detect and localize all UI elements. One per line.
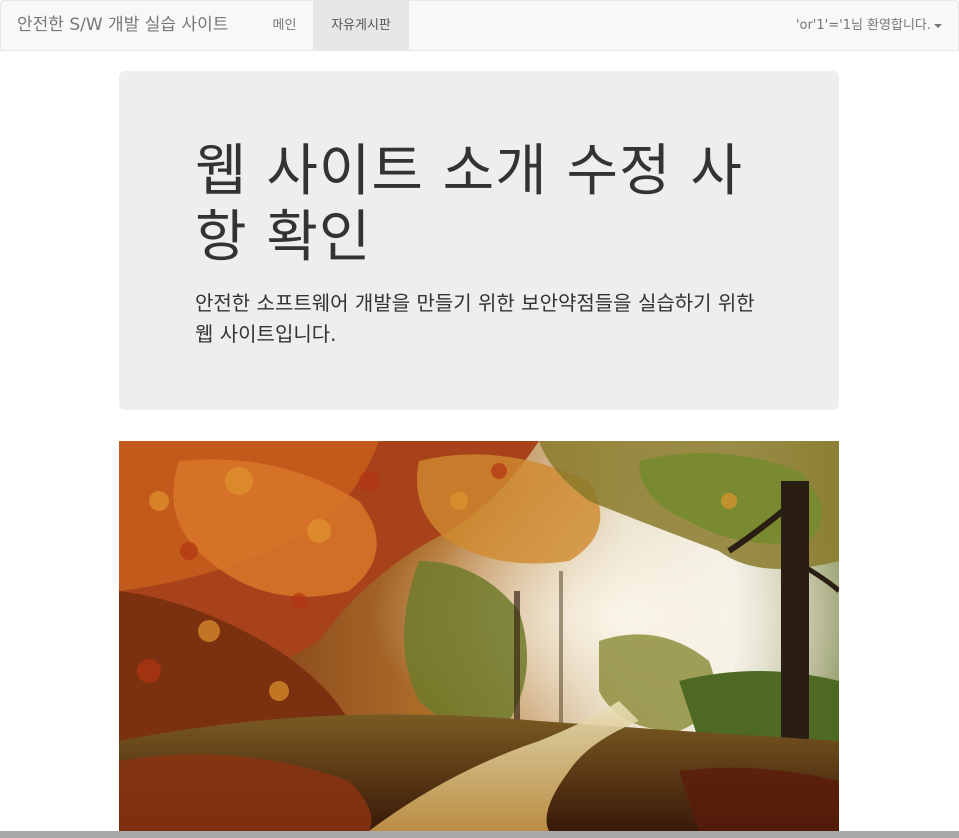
user-menu-dropdown[interactable]: 'or'1'='1님 환영합니다.: [796, 1, 942, 50]
top-navbar: 안전한 S/W 개발 실습 사이트 메인 자유게시판 'or'1'='1님 환영…: [0, 0, 959, 51]
brand-link[interactable]: 안전한 S/W 개발 실습 사이트: [17, 1, 228, 50]
caret-down-icon: [934, 23, 942, 28]
nav-item-main[interactable]: 메인: [256, 1, 313, 50]
user-menu-label: 'or'1'='1님 환영합니다.: [795, 18, 931, 33]
jumbotron: 웹 사이트 소개 수정 사항 확인 안전한 소프트웨어 개발을 만들기 위한 보…: [119, 71, 839, 410]
autumn-forest-image: [119, 441, 839, 831]
page-title: 웹 사이트 소개 수정 사항 확인: [195, 139, 743, 270]
horizontal-scrollbar[interactable]: [0, 831, 959, 838]
page-description: 안전한 소프트웨어 개발을 만들기 위한 보안약점들을 실습하기 위한 웹 사이…: [195, 291, 755, 346]
nav-item-board[interactable]: 자유게시판: [313, 1, 409, 50]
